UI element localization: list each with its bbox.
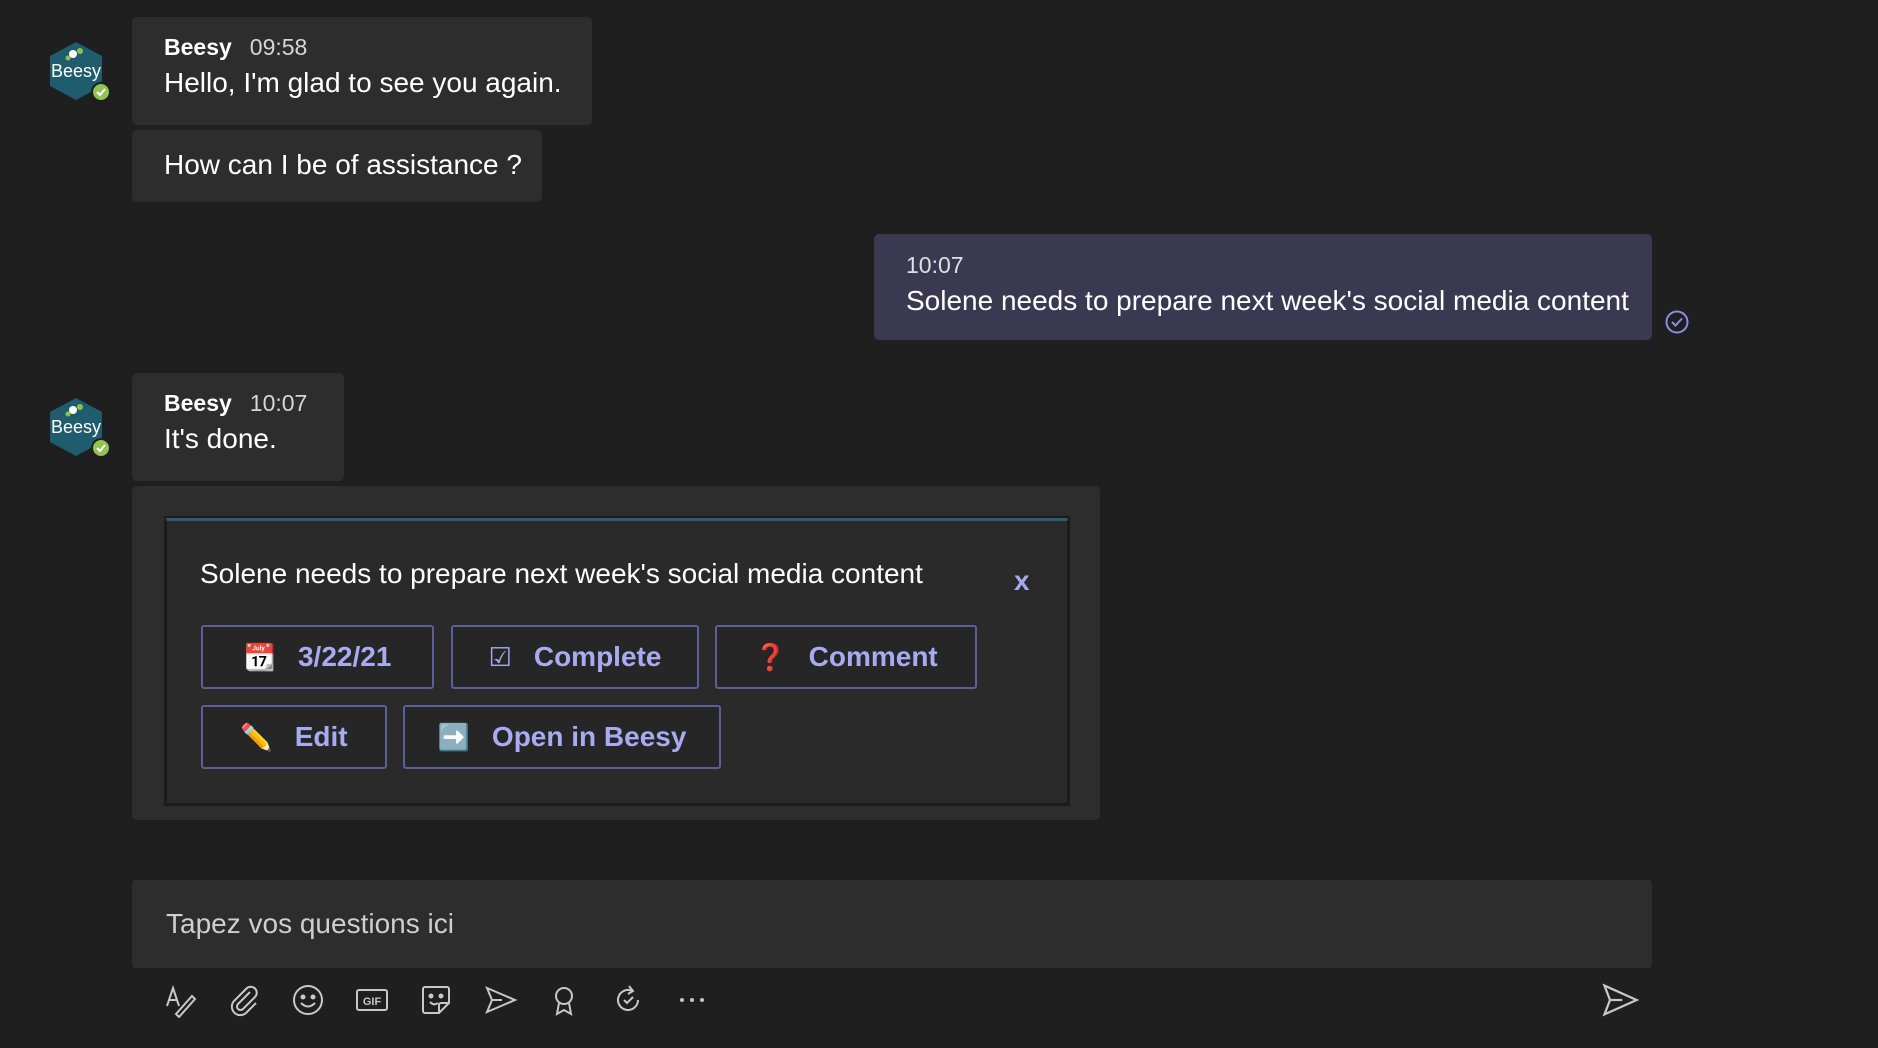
task-card: Solene needs to prepare next week's soci…	[166, 518, 1068, 804]
message-input[interactable]	[164, 907, 1652, 941]
checkbox-icon: ☑	[488, 641, 512, 672]
message-time: 09:58	[249, 34, 308, 60]
message-time: 10:07	[249, 390, 308, 416]
attach-icon[interactable]	[222, 978, 266, 1022]
beesy-logo-icon: Beesy	[50, 42, 111, 102]
gif-icon[interactable]: GIF	[350, 978, 394, 1022]
comment-label: Comment	[808, 641, 938, 672]
beesy-logo-icon: Beesy	[50, 398, 111, 458]
message-bubble: Beesy 10:07 It's done.	[132, 373, 344, 481]
sticker-icon[interactable]	[414, 978, 458, 1022]
right-arrow-icon: ➡️	[437, 721, 470, 752]
my-message-bubble: 10:07 Solene needs to prepare next week'…	[874, 234, 1652, 340]
open-in-beesy-button[interactable]: ➡️ Open in Beesy	[403, 705, 721, 769]
message-text: It's done.	[164, 423, 277, 454]
bot-avatar[interactable]: Beesy	[46, 40, 112, 106]
due-date-label: 3/22/21	[297, 641, 392, 672]
message-text: How can I be of assistance ?	[164, 149, 522, 180]
svg-text:GIF: GIF	[363, 996, 382, 1008]
edit-button[interactable]: ✏️ Edit	[201, 705, 387, 769]
message-time: 10:07	[906, 252, 964, 278]
open-in-beesy-label: Open in Beesy	[491, 721, 687, 752]
edit-label: Edit	[294, 721, 348, 752]
message-text: Hello, I'm glad to see you again.	[164, 67, 562, 98]
svg-text:Beesy: Beesy	[51, 61, 101, 81]
read-receipt-icon	[1664, 309, 1690, 335]
message-bubble: How can I be of assistance ?	[132, 130, 542, 202]
message-text: Solene needs to prepare next week's soci…	[906, 285, 1629, 316]
bot-avatar[interactable]: Beesy	[46, 396, 112, 462]
meet-icon[interactable]	[478, 978, 522, 1022]
sender-name: Beesy	[164, 390, 232, 416]
complete-button[interactable]: ☑ Complete	[451, 625, 699, 689]
format-icon[interactable]	[158, 978, 202, 1022]
loop-icon[interactable]	[606, 978, 650, 1022]
emoji-icon[interactable]	[286, 978, 330, 1022]
compose-box[interactable]	[132, 880, 1652, 968]
comment-button[interactable]: ❓ Comment	[715, 625, 977, 689]
praise-icon[interactable]	[542, 978, 586, 1022]
sender-name: Beesy	[164, 34, 232, 60]
task-title: Solene needs to prepare next week's soci…	[200, 558, 923, 589]
calendar-icon: 📆	[243, 641, 276, 672]
due-date-button[interactable]: 📆 3/22/21	[201, 625, 434, 689]
close-button[interactable]: x	[1014, 565, 1030, 597]
pencil-icon: ✏️	[240, 721, 273, 752]
message-bubble: Beesy 09:58 Hello, I'm glad to see you ag…	[132, 17, 592, 125]
complete-label: Complete	[533, 641, 662, 672]
more-options-icon[interactable]	[670, 978, 714, 1022]
send-icon[interactable]	[1596, 976, 1644, 1024]
svg-text:Beesy: Beesy	[51, 417, 101, 437]
question-mark-icon: ❓	[754, 641, 787, 672]
